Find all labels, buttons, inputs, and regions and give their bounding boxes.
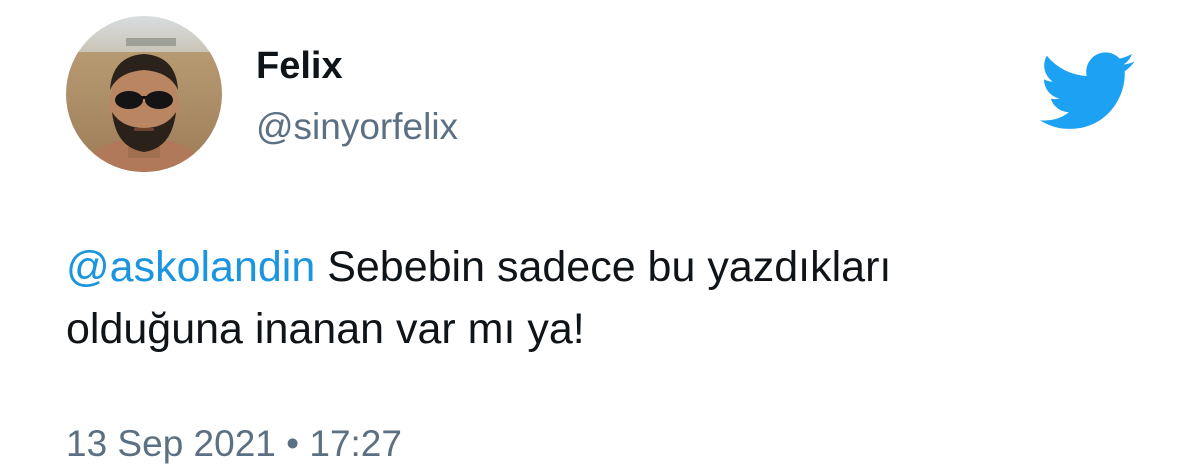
tweet-timestamp[interactable]: 13 Sep 2021 • 17:27 bbox=[66, 418, 402, 470]
mention-link[interactable]: @askolandin bbox=[66, 243, 315, 291]
tweet-text: @askolandin Sebebin sadece bu yazdıkları… bbox=[66, 236, 1146, 360]
user-handle[interactable]: @sinyorfelix bbox=[256, 102, 458, 152]
tweet-card: Felix @sinyorfelix @askolandin Sebebin s… bbox=[0, 0, 1200, 474]
tweet-text-line1: Sebebin sadece bu yazdıkları bbox=[315, 243, 892, 291]
avatar-photo bbox=[66, 16, 222, 172]
avatar[interactable] bbox=[66, 16, 222, 172]
display-name[interactable]: Felix bbox=[256, 40, 343, 92]
twitter-bird-icon[interactable] bbox=[1040, 52, 1136, 132]
tweet-text-line2: olduğuna inanan var mı ya! bbox=[66, 305, 585, 353]
twitter-bird-icon-graphic bbox=[1040, 52, 1135, 129]
